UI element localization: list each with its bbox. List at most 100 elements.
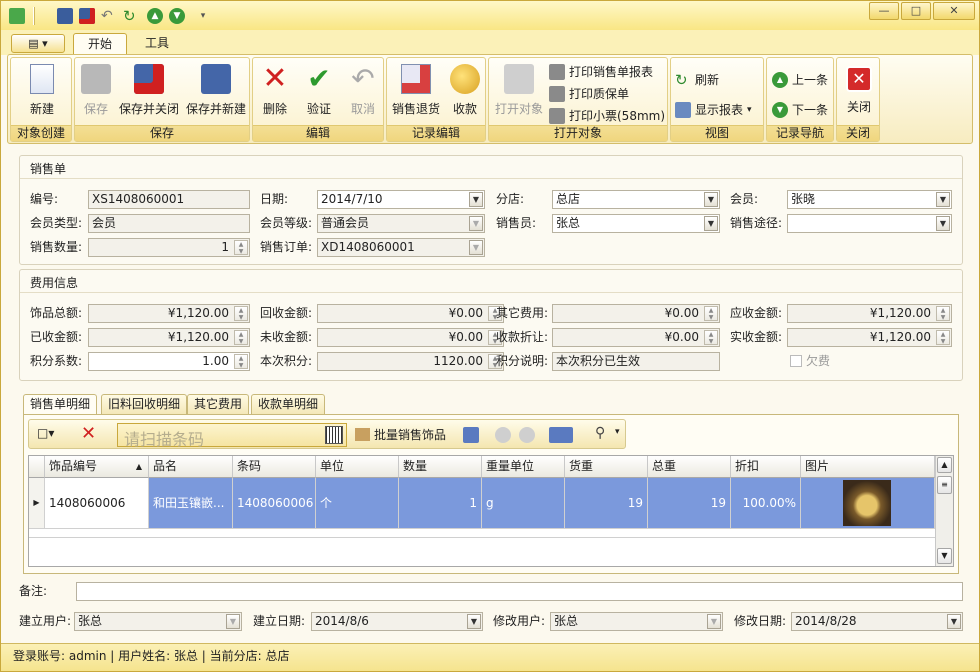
close-button[interactable]: ✕ 关闭 (843, 62, 875, 115)
save-layout-icon[interactable] (549, 427, 573, 443)
order-field[interactable]: XD1408060001 ▼ (317, 238, 485, 257)
chevron-down-icon[interactable]: ▼ (936, 192, 950, 207)
owe-checkbox[interactable]: 欠费 (790, 351, 830, 371)
salesperson-field[interactable]: 张总 ▼ (552, 214, 720, 233)
receivable-field[interactable]: ¥1,120.00 ▲ ▼ (787, 304, 952, 323)
tab-recycle-detail[interactable]: 旧料回收明细 (101, 394, 188, 414)
app-menu-button[interactable]: ▤ ▾ (11, 34, 65, 53)
stepper-icon[interactable]: ▲ ▼ (936, 306, 950, 321)
qty-field[interactable]: 1 ▲ ▼ (88, 238, 250, 257)
save-button[interactable]: 保存 (81, 62, 111, 117)
stepper-icon[interactable]: ▲ ▼ (704, 306, 718, 321)
tab-receipt-detail[interactable]: 收款单明细 (251, 394, 326, 414)
barcode-icon[interactable] (325, 426, 343, 444)
remark-field[interactable] (76, 582, 963, 601)
modified-field[interactable]: 2014/8/28 ▼ (791, 612, 963, 631)
col-header[interactable]: 货重 (565, 456, 648, 478)
stepper-icon[interactable]: ▲ ▼ (234, 306, 248, 321)
table-icon[interactable] (463, 427, 479, 443)
prev-record-icon[interactable]: ▲ (147, 8, 163, 24)
stepper-icon[interactable]: ▲ ▼ (234, 240, 248, 255)
new-row-button[interactable]: □▾ (37, 426, 63, 444)
discount-field[interactable]: ¥0.00 ▲ ▼ (552, 328, 720, 347)
table-vscrollbar[interactable]: ▲ ≡ ▼ (935, 456, 953, 566)
save-new-button[interactable]: 保存并新建 (185, 62, 247, 117)
tab-tools[interactable]: 工具 (131, 33, 183, 55)
other-fee-field[interactable]: ¥0.00 ▲ ▼ (552, 304, 720, 323)
save-close-icon[interactable] (79, 8, 95, 24)
chevron-down-icon[interactable]: ▼ (469, 216, 483, 231)
col-header[interactable]: 重量单位 (482, 456, 565, 478)
chevron-down-icon[interactable]: ▼ (704, 216, 718, 231)
col-header[interactable]: 条码 (233, 456, 316, 478)
received-field[interactable]: ¥1,120.00 ▲ ▼ (88, 328, 250, 347)
print-receipt-button[interactable]: 打印小票(58mm) (549, 106, 665, 126)
print-sales-report-button[interactable]: 打印销售单报表 (549, 62, 653, 82)
points-desc-field[interactable]: 本次积分已生效 (552, 352, 720, 371)
minimize-button[interactable]: — (869, 2, 899, 20)
col-header[interactable]: 折扣 (731, 456, 801, 478)
col-header[interactable]: 单位 (316, 456, 399, 478)
table-cell[interactable]: 19 (648, 478, 731, 528)
print-warranty-button[interactable]: 打印质保单 (549, 84, 629, 104)
sales-return-button[interactable]: 销售退货 (391, 62, 441, 117)
recycle-field[interactable]: ¥0.00 ▲ ▼ (317, 304, 504, 323)
cancel-button[interactable]: ↶ 取消 (347, 62, 379, 117)
branch-field[interactable]: 总店 ▼ (552, 190, 720, 209)
member-level-field[interactable]: 普通会员 ▼ (317, 214, 485, 233)
verify-button[interactable]: ✔ 验证 (303, 62, 335, 117)
unreceived-field[interactable]: ¥0.00 ▲ ▼ (317, 328, 504, 347)
scroll-thumb[interactable]: ≡ (937, 476, 952, 494)
delete-row-button[interactable]: ✕ (81, 423, 96, 444)
open-object-button[interactable]: 打开对象 (493, 62, 545, 117)
undo-icon[interactable]: ↶ (101, 8, 117, 24)
date-field[interactable]: 2014/7/10 ▼ (317, 190, 485, 209)
table-cell[interactable]: 19 (565, 478, 648, 528)
points-field[interactable]: 1120.00 ▲ ▼ (317, 352, 504, 371)
table-cell[interactable]: 1408060006 (45, 478, 149, 528)
qat-customize-icon[interactable]: ▾ (195, 8, 211, 24)
modifier-field[interactable]: 张总 ▼ (550, 612, 723, 631)
channel-field[interactable]: ▼ (787, 214, 952, 233)
table-cell[interactable]: 100.00% (731, 478, 801, 528)
table-cell[interactable]: 1408060006 (233, 478, 316, 528)
delete-button[interactable]: ✕ 删除 (259, 62, 291, 117)
actual-field[interactable]: ¥1,120.00 ▲ ▼ (787, 328, 952, 347)
barcode-input-box[interactable]: 请扫描条码 (117, 423, 347, 450)
col-header[interactable]: 图片 (801, 456, 935, 478)
table-cell[interactable]: 1 (399, 478, 482, 528)
points-coef-field[interactable]: 1.00 ▲ ▼ (88, 352, 250, 371)
barcode-input[interactable]: 请扫描条码 (124, 426, 204, 450)
save-close-button[interactable]: 保存并关闭 (119, 62, 179, 117)
save-icon[interactable] (57, 8, 73, 24)
table-cell-image[interactable] (801, 478, 935, 528)
chevron-down-icon[interactable]: ▼ (226, 614, 240, 629)
next-record-icon[interactable]: ▼ (169, 8, 185, 24)
chevron-down-icon[interactable]: ▼ (704, 192, 718, 207)
tab-other-fee[interactable]: 其它费用 (187, 394, 250, 414)
stepper-icon[interactable]: ▲ ▼ (936, 330, 950, 345)
jewelry-total-field[interactable]: ¥1,120.00 ▲ ▼ (88, 304, 250, 323)
maximize-button[interactable]: □ (901, 2, 931, 20)
stepper-icon[interactable]: ▲ ▼ (704, 330, 718, 345)
refresh-button[interactable]: ↻ 刷新 (675, 70, 719, 90)
col-header[interactable]: 饰品编号 ▲ (45, 456, 149, 478)
table-cell[interactable]: 和田玉镶嵌... (149, 478, 233, 528)
chevron-down-icon[interactable]: ▼ (469, 240, 483, 255)
chevron-down-icon[interactable]: ▼ (469, 192, 483, 207)
col-header[interactable]: 品名 (149, 456, 233, 478)
col-header[interactable]: 总重 (648, 456, 731, 478)
chevron-down-icon[interactable]: ▼ (947, 614, 961, 629)
creator-field[interactable]: 张总 ▼ (74, 612, 242, 631)
batch-sale-button[interactable]: 批量销售饰品 (355, 426, 446, 443)
close-window-button[interactable]: ✕ (933, 2, 975, 20)
scroll-up-icon[interactable]: ▲ (937, 457, 952, 473)
show-report-button[interactable]: 显示报表 ▾ (675, 100, 752, 120)
member-field[interactable]: 张晓 ▼ (787, 190, 952, 209)
tab-home[interactable]: 开始 (73, 33, 128, 55)
up-circle-icon[interactable] (495, 427, 511, 443)
tab-sales-detail[interactable]: 销售单明细 (23, 394, 98, 415)
stepper-icon[interactable]: ▲ ▼ (234, 330, 248, 345)
next-record-button[interactable]: ▼ 下一条 (772, 100, 828, 120)
table-cell[interactable]: g (482, 478, 565, 528)
